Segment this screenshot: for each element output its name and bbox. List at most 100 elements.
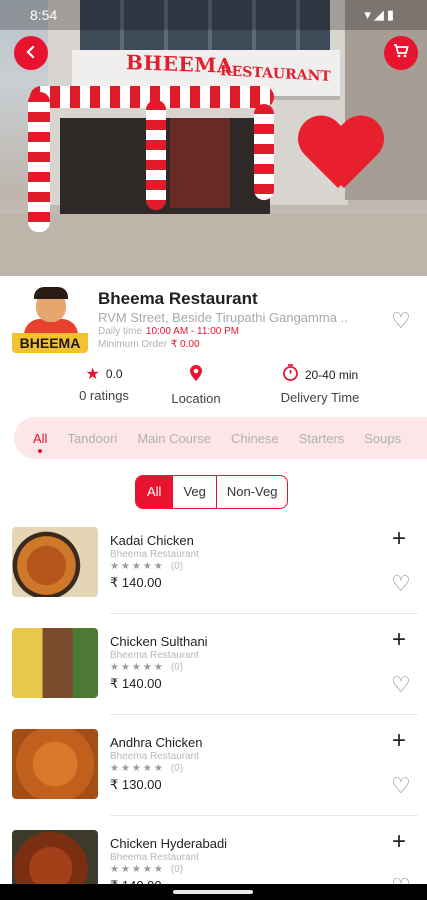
- diet-filter: All Veg Non-Veg: [135, 475, 289, 509]
- status-bar: 8:54 ▾◢▮: [0, 0, 427, 30]
- add-to-cart-button[interactable]: +: [392, 628, 406, 652]
- min-order-row: Minimum Order ₹ 0.00: [98, 339, 200, 350]
- food-image: [12, 527, 98, 597]
- plus-icon: +: [392, 525, 407, 552]
- divider: [110, 815, 418, 816]
- item-rating: ★★★★★ (0): [110, 561, 183, 572]
- favorite-item-button[interactable]: ♡: [391, 571, 411, 597]
- restaurant-logo: BHEEMA: [12, 287, 88, 353]
- tab-chinese[interactable]: Chinese: [231, 431, 279, 446]
- rating-count: 0 ratings: [79, 388, 129, 403]
- add-to-cart-button[interactable]: +: [392, 830, 406, 854]
- item-name: Andhra Chicken: [110, 735, 203, 750]
- item-price: ₹ 130.00: [110, 777, 162, 792]
- divider: [110, 613, 418, 614]
- heart-outline-icon: ♡: [391, 571, 411, 596]
- star-rating-icon: ★★★★★: [110, 662, 165, 673]
- item-rating-count: (0): [170, 561, 184, 572]
- item-restaurant: Bheema Restaurant: [110, 549, 199, 560]
- tab-tandoori[interactable]: Tandoori: [67, 431, 117, 446]
- item-rating: ★★★★★ (0): [110, 864, 183, 875]
- food-image: [12, 628, 98, 698]
- tab-starters[interactable]: Starters: [299, 431, 345, 446]
- cart-button[interactable]: [384, 36, 418, 70]
- location-button[interactable]: Location: [150, 364, 242, 406]
- wifi-icon: ▾: [364, 7, 374, 22]
- status-time: 8:54: [30, 7, 58, 23]
- divider: [110, 714, 418, 715]
- item-rating: ★★★★★ (0): [110, 662, 183, 673]
- heart-balloon-decoration: [298, 118, 380, 200]
- location-pin-icon: [189, 364, 203, 387]
- filter-all[interactable]: All: [136, 476, 173, 508]
- min-order-label: Minimum Order: [98, 339, 167, 350]
- star-rating-icon: ★★★★★: [110, 763, 165, 774]
- add-to-cart-button[interactable]: +: [392, 527, 406, 551]
- heart-outline-icon: ♡: [391, 308, 411, 333]
- plus-icon: +: [392, 828, 407, 855]
- battery-icon: ▮: [386, 7, 397, 22]
- entrance-carpet: [170, 118, 230, 208]
- balloon-arch-middle: [146, 100, 166, 210]
- tab-soups[interactable]: Soups: [364, 431, 401, 446]
- favorite-restaurant-button[interactable]: ♡: [391, 308, 411, 334]
- favorite-item-button[interactable]: ♡: [391, 773, 411, 799]
- tab-all[interactable]: All: [33, 431, 47, 453]
- restaurant-name: Bheema Restaurant: [98, 289, 258, 308]
- item-price: ₹ 140.00: [110, 676, 162, 691]
- delivery-time-stat: 20-40 min Delivery Time: [270, 364, 370, 405]
- star-rating-icon: ★★★★★: [110, 561, 165, 572]
- star-rating-icon: ★★★★★: [110, 864, 165, 875]
- item-name: Chicken Hyderabadi: [110, 836, 228, 851]
- sign-text: BHEEMA: [126, 50, 233, 78]
- list-item[interactable]: Andhra Chicken Bheema Restaurant ★★★★★ (0…: [0, 729, 427, 829]
- delivery-time-label: Delivery Time: [280, 390, 360, 405]
- logo-text: BHEEMA: [12, 333, 88, 353]
- daily-time-row: Daily time 10:00 AM - 11:00 PM: [98, 326, 239, 337]
- chevron-left-icon: [24, 43, 38, 64]
- item-rating: ★★★★★ (0): [110, 763, 183, 774]
- min-order-value: ₹ 0.00: [170, 339, 200, 350]
- item-restaurant: Bheema Restaurant: [110, 852, 199, 863]
- cart-icon: [393, 43, 409, 63]
- delivery-time-value: 20-40 min: [304, 368, 359, 382]
- favorite-item-button[interactable]: ♡: [391, 672, 411, 698]
- add-to-cart-button[interactable]: +: [392, 729, 406, 753]
- heart-outline-icon: ♡: [391, 672, 411, 697]
- filter-non-veg[interactable]: Non-Veg: [217, 476, 288, 508]
- item-name: Chicken Sulthani: [110, 634, 208, 649]
- plus-icon: +: [392, 626, 407, 653]
- daily-time-value: 10:00 AM - 11:00 PM: [145, 326, 240, 337]
- home-gesture-handle[interactable]: [173, 890, 253, 894]
- daily-time-label: Daily time: [98, 326, 142, 337]
- back-button[interactable]: [14, 36, 48, 70]
- plus-icon: +: [392, 727, 407, 754]
- rating-stat: ★ 0.0 0 ratings: [54, 364, 154, 403]
- restaurant-address: RVM Street, Beside Tirupathi Gangamma ..…: [98, 310, 348, 325]
- item-price: ₹ 140.00: [110, 575, 162, 590]
- list-item[interactable]: Kadai Chicken Bheema Restaurant ★★★★★ (0)…: [0, 527, 427, 627]
- item-rating-count: (0): [170, 864, 184, 875]
- tab-main-course[interactable]: Main Course: [137, 431, 211, 446]
- logo-figure-hair: [34, 287, 68, 299]
- location-label: Location: [171, 391, 221, 406]
- category-tabs: All Tandoori Main Course Chinese Starter…: [14, 417, 427, 459]
- item-rating-count: (0): [170, 662, 184, 673]
- star-icon: ★: [85, 366, 100, 383]
- street: [0, 214, 427, 276]
- food-image: [12, 729, 98, 799]
- system-navigation-bar: [0, 884, 427, 900]
- filter-veg[interactable]: Veg: [172, 476, 217, 508]
- restaurant-cover-photo: BHEEMA RESTAURANT: [0, 0, 427, 276]
- rating-value: 0.0: [105, 367, 123, 381]
- list-item[interactable]: Chicken Sulthani Bheema Restaurant ★★★★★…: [0, 628, 427, 728]
- balloon-arch-left: [28, 92, 50, 232]
- item-restaurant: Bheema Restaurant: [110, 751, 199, 762]
- item-rating-count: (0): [170, 763, 184, 774]
- item-name: Kadai Chicken: [110, 533, 194, 548]
- heart-outline-icon: ♡: [391, 773, 411, 798]
- signal-icon: ◢: [373, 7, 387, 22]
- timer-icon: [282, 364, 299, 386]
- item-restaurant: Bheema Restaurant: [110, 650, 199, 661]
- balloon-arch-right: [254, 104, 274, 200]
